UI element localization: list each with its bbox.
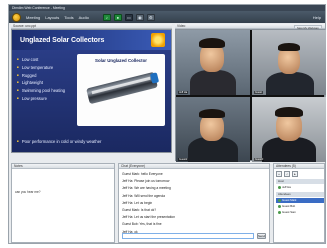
participant-name: Guest xyxy=(254,91,263,94)
invite-icon[interactable]: + xyxy=(276,171,282,177)
slide-title: Unglazed Solar Collectors xyxy=(20,37,105,44)
collector-illustration: Solar Unglazed Collector xyxy=(77,54,165,126)
menu-layouts[interactable]: Layouts xyxy=(45,15,59,20)
menu-meeting[interactable]: Meeting xyxy=(26,15,40,20)
participant-hair xyxy=(199,38,225,48)
sun-logo-icon xyxy=(151,33,165,47)
participant-name: Guest2 xyxy=(178,158,189,161)
slide-bullet: Swimming pool heating xyxy=(17,87,65,95)
participant-body xyxy=(266,72,314,95)
chat-message-list: Guest Mark: hello Everyone Jeff Ha: Plea… xyxy=(122,171,175,236)
chat-message: Jeff Ha: Let us start the presentation xyxy=(122,215,176,220)
share-screen-icon[interactable]: ▭ xyxy=(124,13,133,21)
slide-bullet: Lightweight xyxy=(17,79,65,87)
menu-tools[interactable]: Tools xyxy=(64,15,73,20)
video-tile[interactable]: Guest3 xyxy=(252,97,326,162)
chat-message: Jeff Ha: We are having a meeting xyxy=(122,186,171,191)
attendee-row[interactable]: Jeff Ha xyxy=(276,185,324,190)
illustration-title: Solar Unglazed Collector xyxy=(95,58,147,63)
participant-body xyxy=(190,70,236,95)
chat-message: Guest Mark: hello Everyone xyxy=(122,172,163,176)
chat-panel-title: Chat (Everyone) xyxy=(121,164,146,168)
participant-hair xyxy=(199,109,225,118)
app-logo-icon xyxy=(12,12,21,22)
attendee-row[interactable]: Guest Bob xyxy=(276,204,324,209)
slide-header: Unglazed Solar Collectors xyxy=(12,30,171,50)
video-grid: Jeff Ha Guest Guest2 Guest3 xyxy=(175,29,326,162)
slide-bullet: Low temperature xyxy=(17,64,65,72)
video-control-icon[interactable]: ▸ xyxy=(292,171,298,177)
slide-bullet-list: Low cost Low temperature Rugged Lightwei… xyxy=(17,56,65,103)
microphone-icon[interactable]: ♪ xyxy=(102,13,111,21)
chat-panel: Chat (Everyone) Guest Mark: hello Everyo… xyxy=(118,163,270,243)
chat-message: Jeff Ha: Let us begin xyxy=(122,200,153,205)
chat-message: Jeff Ha: Please join us tomorrow xyxy=(122,179,170,184)
notes-content[interactable]: can you hear me? xyxy=(15,190,41,194)
attendee-row[interactable]: Guest Mark xyxy=(276,198,324,203)
attendee-group-header[interactable]: Host xyxy=(276,179,324,184)
video-tile[interactable]: Jeff Ha xyxy=(176,30,250,95)
attendee-group-header[interactable]: Attendees xyxy=(276,192,324,197)
video-tile[interactable]: Guest xyxy=(252,30,326,95)
collector-cap-image xyxy=(149,72,160,84)
settings-icon[interactable]: ⚙ xyxy=(146,13,155,21)
participant-name: Guest3 xyxy=(254,158,265,161)
mic-control-icon[interactable]: ♪ xyxy=(284,171,290,177)
slide-bullet: Low pressure xyxy=(17,95,65,103)
participant-name: Jeff Ha xyxy=(178,91,189,94)
video-panel-title: Video xyxy=(177,24,186,28)
video-tile[interactable]: Guest2 xyxy=(176,97,250,162)
webcam-icon[interactable]: ● xyxy=(113,13,122,21)
menu-audio[interactable]: Audio xyxy=(79,15,89,20)
participant-hair xyxy=(275,107,303,117)
menu-bar: Meeting Layouts Tools Audio ♪ ● ▭ ◉ ⚙ He… xyxy=(9,11,325,23)
document-source-label: Source: unc.ppt xyxy=(13,24,37,28)
presentation-slide[interactable]: Unglazed Solar Collectors Low cost Low t… xyxy=(11,29,172,153)
slide-bullet: Low cost xyxy=(17,56,65,64)
chat-input[interactable] xyxy=(122,233,254,239)
chat-message: Jeff Ha: Will send the agenda xyxy=(122,193,166,198)
chat-panel-header: Chat (Everyone) xyxy=(119,164,269,169)
notes-panel-header: Notes xyxy=(12,164,114,169)
app-window: Dimdim Web Conference - Meeting Meeting … xyxy=(8,4,326,244)
slide-bullet: Rugged xyxy=(17,72,65,80)
chat-message: Guest Mark: Is that ok? xyxy=(122,208,157,213)
help-link[interactable]: Help xyxy=(313,15,321,20)
participant-hair xyxy=(278,43,300,51)
record-icon[interactable]: ◉ xyxy=(135,13,144,21)
chat-message: Guest Bob: Yes, that is fine xyxy=(122,222,162,227)
slide-footer-bullet: Poor performance in cold or windy weathe… xyxy=(17,139,102,144)
attendees-panel-title: Attendees (5) xyxy=(276,164,296,168)
slide-body: Low cost Low temperature Rugged Lightwei… xyxy=(12,50,171,152)
chat-send-button[interactable]: Send xyxy=(257,233,266,239)
notes-panel-title: Notes xyxy=(14,164,23,168)
attendees-panel: Attendees (5) + ♪ ▸ Host Jeff Ha Attende… xyxy=(273,163,325,243)
attendees-panel-header: Attendees (5) xyxy=(274,164,324,169)
attendee-row[interactable]: Guest Sam xyxy=(276,210,324,215)
notes-panel: Notes can you hear me? xyxy=(11,163,115,243)
attendees-toolbar: + ♪ ▸ xyxy=(276,171,298,177)
